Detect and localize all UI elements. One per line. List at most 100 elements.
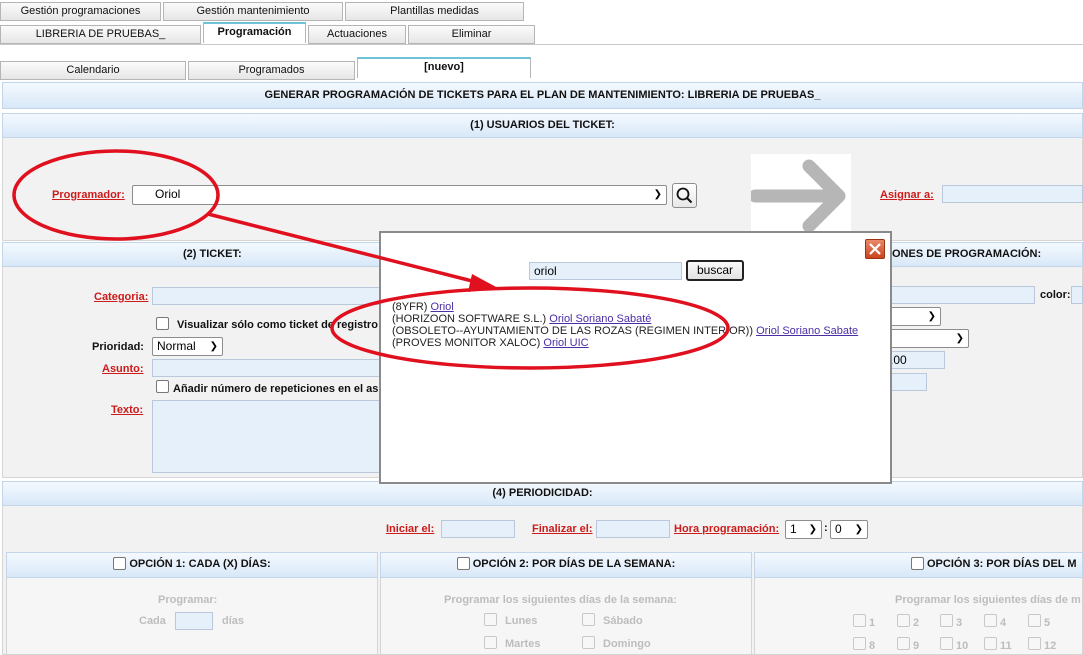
result-link[interactable]: Oriol	[431, 301, 454, 313]
asunto-input[interactable]	[152, 359, 380, 377]
option3-programar-label: Programar los siguientes días de m	[895, 594, 1081, 606]
texto-textarea[interactable]	[152, 400, 380, 473]
tab-gestion-mantenimiento[interactable]: Gestión mantenimiento	[163, 2, 343, 21]
mday-label-3: 3	[956, 617, 963, 629]
mday-checkbox-10[interactable]	[940, 637, 953, 650]
option1-dias-input[interactable]	[175, 612, 213, 630]
option1-cada-label: Cada	[139, 615, 166, 627]
finalizar-input[interactable]	[596, 520, 670, 538]
visualizar-checkbox[interactable]	[156, 317, 169, 330]
mday-label-10: 10	[956, 640, 969, 652]
mday-checkbox-11[interactable]	[984, 637, 997, 650]
amount-value: .00	[890, 353, 907, 367]
option3-title: OPCIÓN 3: POR DÍAS DEL M	[927, 558, 1077, 570]
section-usuarios-title: (1) USUARIOS DEL TICKET:	[2, 113, 1083, 138]
day-checkbox-domingo[interactable]	[582, 636, 595, 649]
mday-checkbox-4[interactable]	[984, 614, 997, 627]
texto-label: Texto:	[111, 404, 144, 416]
section-opciones-title: ONES DE PROGRAMACIÓN:	[883, 242, 1083, 267]
prioridad-select[interactable]: Normal ❯	[152, 337, 223, 356]
hora-separator: :	[824, 522, 828, 534]
day-checkbox-sabado[interactable]	[582, 613, 595, 626]
iniciar-input[interactable]	[441, 520, 515, 538]
tab-actuaciones[interactable]: Actuaciones	[308, 25, 406, 44]
result-prefix: (OBSOLETO--AYUNTAMIENTO DE LAS ROZAS (RE…	[392, 325, 753, 337]
opciones-name-input[interactable]	[883, 286, 1035, 304]
opciones-select-2[interactable]: ❯	[883, 329, 969, 348]
buscar-button[interactable]: buscar	[686, 260, 744, 281]
mday-label-9: 9	[913, 640, 920, 652]
close-button[interactable]	[865, 239, 885, 259]
repeticiones-checkbox[interactable]	[156, 380, 169, 393]
prioridad-label: Prioridad:	[92, 341, 144, 353]
asignar-input[interactable]	[942, 185, 1083, 203]
option1-checkbox[interactable]	[113, 556, 127, 570]
mday-label-11: 11	[1000, 640, 1012, 652]
visualizar-label: Visualizar sólo como ticket de registro	[177, 319, 378, 331]
mday-checkbox-3[interactable]	[940, 614, 953, 627]
tab-libreria-de-pruebas[interactable]: LIBRERIA DE PRUEBAS_	[0, 25, 201, 44]
result-link[interactable]: Oriol Soriano Sabaté	[549, 313, 651, 325]
day-checkbox-lunes[interactable]	[484, 613, 497, 626]
categoria-input[interactable]	[152, 287, 380, 305]
mday-checkbox-2[interactable]	[897, 614, 910, 627]
tab-plantillas-medidas[interactable]: Plantillas medidas	[345, 2, 524, 21]
hora-select[interactable]: 1 ❯	[785, 520, 822, 539]
day-checkbox-martes[interactable]	[484, 636, 497, 649]
chevron-down-icon: ❯	[927, 311, 936, 322]
tab-calendario[interactable]: Calendario	[0, 61, 186, 80]
mday-checkbox-8[interactable]	[853, 637, 866, 650]
finalizar-label: Finalizar el:	[532, 523, 593, 535]
color-input[interactable]	[1071, 286, 1083, 304]
section-ticket-title: (2) TICKET:	[2, 242, 380, 267]
search-button[interactable]	[672, 183, 697, 208]
popup-search-input[interactable]: oriol	[529, 262, 682, 280]
asignar-label: Asignar a:	[880, 189, 934, 201]
mday-checkbox-9[interactable]	[897, 637, 910, 650]
option2-checkbox[interactable]	[456, 556, 470, 570]
tab-divider	[0, 44, 1083, 45]
result-prefix: (8YFR)	[392, 301, 428, 313]
minuto-select[interactable]: 0 ❯	[830, 520, 868, 539]
tab-programacion[interactable]: Programación	[203, 22, 306, 43]
result-prefix: (HORIZOON SOFTWARE S.L.)	[392, 313, 547, 325]
mday-checkbox-5[interactable]	[1028, 614, 1041, 627]
page-title: GENERAR PROGRAMACIÓN DE TICKETS PARA EL …	[2, 82, 1083, 109]
tab-programados[interactable]: Programados	[188, 61, 355, 80]
search-popup: oriol buscar (8YFR) Oriol (HORIZOON SOFT…	[379, 231, 892, 484]
mday-label-4: 4	[1000, 617, 1007, 629]
close-icon	[869, 243, 881, 255]
amount-input[interactable]: .00	[883, 351, 945, 369]
mday-label-5: 5	[1044, 617, 1051, 629]
result-row-2: (OBSOLETO--AYUNTAMIENTO DE LAS ROZAS (RE…	[392, 325, 858, 337]
mday-label-8: 8	[869, 640, 876, 652]
option2-programar-label: Programar los siguientes días de la sema…	[444, 594, 677, 606]
day-label-domingo: Domingo	[603, 638, 651, 650]
color-label: color:	[1040, 289, 1071, 301]
day-label-martes: Martes	[505, 638, 541, 650]
programador-label: Programador:	[52, 189, 125, 201]
programador-select[interactable]: Oriol ❯	[132, 185, 667, 205]
tab-gestion-programaciones[interactable]: Gestión programaciones	[0, 2, 161, 21]
chevron-down-icon: ❯	[854, 524, 863, 535]
day-label-lunes: Lunes	[505, 615, 538, 627]
result-link[interactable]: Oriol UIC	[543, 337, 588, 349]
asunto-label: Asunto:	[102, 363, 144, 375]
mday-label-2: 2	[913, 617, 920, 629]
section-periodicidad-title: (4) PERIODICIDAD:	[2, 481, 1083, 506]
mday-checkbox-1[interactable]	[853, 614, 866, 627]
tab-nuevo[interactable]: [nuevo]	[357, 57, 531, 78]
search-icon	[676, 187, 693, 204]
option1-header: OPCIÓN 1: CADA (X) DÍAS:	[6, 552, 378, 578]
option1-dias-label: días	[222, 615, 245, 627]
categoria-label: Categoria:	[94, 291, 149, 303]
chevron-down-icon: ❯	[955, 333, 964, 344]
tab-eliminar[interactable]: Eliminar	[408, 25, 535, 44]
chevron-down-icon: ❯	[808, 524, 817, 535]
chevron-down-icon: ❯	[653, 189, 662, 200]
option3-checkbox[interactable]	[911, 556, 924, 570]
result-link[interactable]: Oriol Soriano Sabate	[756, 325, 858, 337]
option1-title: OPCIÓN 1: CADA (X) DÍAS:	[129, 558, 271, 570]
mday-checkbox-12[interactable]	[1028, 637, 1041, 650]
option3-header: OPCIÓN 3: POR DÍAS DEL M	[754, 552, 1083, 578]
